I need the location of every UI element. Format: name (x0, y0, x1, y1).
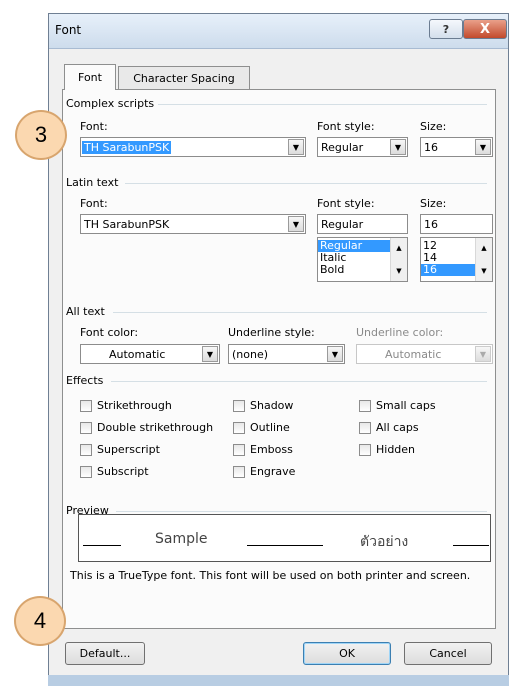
latin-style-list[interactable]: Regular Italic Bold ▲ ▼ (317, 237, 408, 282)
preview-box: Sample ตัวอย่าง (78, 514, 491, 562)
chevron-down-icon[interactable]: ▼ (288, 139, 304, 155)
cs-font-select[interactable]: TH SarabunPSK ▼ (80, 137, 306, 157)
font-type-note: This is a TrueType font. This font will … (70, 569, 471, 582)
chevron-down-icon[interactable]: ▼ (390, 139, 406, 155)
checkbox-box[interactable] (80, 421, 92, 434)
checkbox-box[interactable] (233, 443, 245, 456)
tab-font[interactable]: Font (64, 64, 116, 90)
checkbox-superscript[interactable]: Superscript (80, 443, 160, 456)
checkbox-shadow[interactable]: Shadow (233, 399, 293, 412)
checkbox-outline[interactable]: Outline (233, 421, 290, 434)
checkbox-emboss[interactable]: Emboss (233, 443, 293, 456)
help-button[interactable]: ? (429, 19, 463, 39)
scroll-up-icon[interactable]: ▲ (391, 240, 407, 256)
chevron-down-icon[interactable]: ▼ (475, 139, 491, 155)
dialog-title: Font (55, 23, 82, 37)
checkbox-small-caps[interactable]: Small caps (359, 399, 436, 412)
divider (151, 104, 487, 105)
cs-size-select[interactable]: 16 ▼ (420, 137, 493, 157)
step-badge-3: 3 (15, 110, 67, 160)
chevron-down-icon[interactable]: ▼ (202, 346, 218, 362)
cs-style-select[interactable]: Regular ▼ (317, 137, 408, 157)
checkbox-box[interactable] (80, 399, 92, 412)
chevron-down-icon[interactable]: ▼ (327, 346, 343, 362)
checkbox-engrave[interactable]: Engrave (233, 465, 295, 478)
default-button[interactable]: Default... (65, 642, 145, 665)
checkbox-hidden[interactable]: Hidden (359, 443, 415, 456)
font-color-select[interactable]: Automatic ▼ (80, 344, 220, 364)
checkbox-box[interactable] (233, 421, 245, 434)
checkbox-all-caps[interactable]: All caps (359, 421, 419, 434)
preview-sample-latin: Sample (155, 531, 208, 547)
scroll-down-icon[interactable]: ▼ (391, 263, 407, 279)
checkbox-box[interactable] (80, 443, 92, 456)
chevron-down-icon[interactable]: ▼ (475, 346, 491, 362)
preview-sample-thai: ตัวอย่าง (360, 534, 409, 550)
checkbox-strikethrough[interactable]: Strikethrough (80, 399, 172, 412)
close-button[interactable]: X (463, 19, 507, 39)
latin-font-select[interactable]: TH SarabunPSK ▼ (80, 214, 306, 234)
underline-color-select[interactable]: Automatic ▼ (356, 344, 493, 364)
font-dialog: Font ? X Font Character Spacing Complex … (48, 13, 509, 686)
close-icon: X (479, 21, 491, 37)
font-color-label: Font color: (80, 326, 139, 339)
cs-font-label: Font: (80, 120, 108, 133)
divider (125, 183, 487, 184)
latin-size-label: Size: (420, 197, 447, 210)
divider (113, 312, 487, 313)
cs-style-label: Font style: (317, 120, 375, 133)
all-text-heading: All text (66, 305, 109, 318)
window-bottom-edge (48, 675, 509, 686)
checkbox-box[interactable] (359, 421, 371, 434)
scrollbar[interactable]: ▲ ▼ (390, 238, 407, 281)
preview-line (247, 545, 323, 546)
checkbox-box[interactable] (233, 465, 245, 478)
checkbox-box[interactable] (359, 399, 371, 412)
checkbox-box[interactable] (233, 399, 245, 412)
checkbox-double-strikethrough[interactable]: Double strikethrough (80, 421, 213, 434)
step-badge-4: 4 (14, 596, 66, 646)
scrollbar[interactable]: ▲ ▼ (475, 238, 492, 281)
complex-scripts-heading: Complex scripts (66, 97, 159, 110)
latin-size-list[interactable]: 12 14 16 ▲ ▼ (420, 237, 493, 282)
tab-character-spacing[interactable]: Character Spacing (118, 66, 250, 89)
chevron-down-icon[interactable]: ▼ (288, 216, 304, 232)
underline-color-label: Underline color: (356, 326, 444, 339)
cancel-button[interactable]: Cancel (404, 642, 492, 665)
checkbox-subscript[interactable]: Subscript (80, 465, 149, 478)
ok-button[interactable]: OK (303, 642, 391, 665)
scroll-up-icon[interactable]: ▲ (476, 240, 492, 256)
divider (111, 381, 487, 382)
checkbox-box[interactable] (359, 443, 371, 456)
underline-style-select[interactable]: (none) ▼ (228, 344, 345, 364)
latin-style-input[interactable]: Regular (317, 214, 408, 234)
underline-style-label: Underline style: (228, 326, 315, 339)
latin-style-label: Font style: (317, 197, 375, 210)
preview-line (453, 545, 489, 546)
scroll-down-icon[interactable]: ▼ (476, 263, 492, 279)
preview-line (83, 545, 121, 546)
checkbox-box[interactable] (80, 465, 92, 478)
title-bar: Font ? X (49, 14, 508, 49)
latin-font-label: Font: (80, 197, 108, 210)
effects-heading: Effects (66, 374, 108, 387)
divider (116, 511, 487, 512)
help-icon: ? (442, 22, 450, 36)
latin-text-heading: Latin text (66, 176, 123, 189)
cs-size-label: Size: (420, 120, 447, 133)
latin-size-input[interactable]: 16 (420, 214, 493, 234)
